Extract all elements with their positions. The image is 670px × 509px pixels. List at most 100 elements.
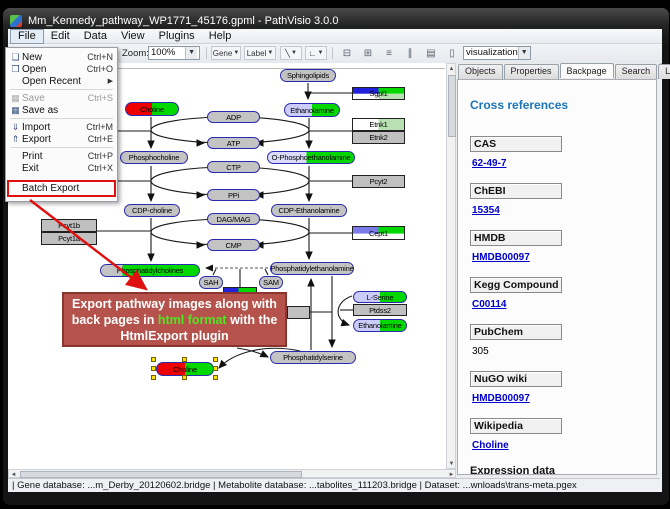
pathway-node-ethanolamine-bottom[interactable]: Ethanolamine (353, 319, 407, 332)
scroll-down-icon[interactable]: ▼ (447, 459, 456, 468)
pathway-node-cdp-choline[interactable]: CDP-choline (124, 204, 180, 217)
selection-handle[interactable] (213, 366, 218, 371)
menu-plugins[interactable]: Plugins (152, 29, 202, 43)
pathway-node-etnk2[interactable]: Etnk2 (352, 131, 405, 144)
scroll-up-icon[interactable]: ▲ (447, 64, 456, 73)
canvas-horizontal-scrollbar[interactable]: ◄ ► (8, 469, 456, 478)
page-setup-icon[interactable]: ▯ (443, 46, 461, 60)
pathway-node-ctp[interactable]: CTP (207, 161, 260, 173)
align-center-y-icon[interactable]: ⊞ (359, 46, 377, 60)
distribute-vertical-icon[interactable]: ≡ (380, 46, 398, 60)
line-tool-button[interactable]: ╲▼ (280, 46, 302, 60)
status-bar: | Gene database: ...m_Derby_20120602.bri… (8, 478, 660, 491)
pathway-node-phosphatidylcholines[interactable]: Phosphatidylcholines (100, 264, 200, 277)
file-menu-item-exit[interactable]: ExitCtrl+X (6, 162, 117, 174)
file-menu-item-import[interactable]: ⇓ImportCtrl+M (6, 121, 117, 133)
pathway-node-choline-top[interactable]: Choline (125, 102, 179, 116)
stack-icon[interactable]: ▤ (422, 46, 440, 60)
tab-search[interactable]: Search (615, 64, 658, 79)
menu-edit[interactable]: Edit (44, 29, 77, 43)
tab-legend[interactable]: Legend (658, 64, 670, 79)
selection-handle[interactable] (213, 357, 218, 362)
selection-handle[interactable] (151, 375, 156, 380)
menu-data[interactable]: Data (77, 29, 114, 43)
toolbar-separator (206, 47, 207, 59)
datanode-tool-button[interactable]: Gene▼ (211, 46, 241, 60)
chevron-down-icon[interactable]: ▼ (185, 47, 197, 59)
connector-icon: ∟ (309, 49, 317, 58)
pathway-node-choline-bottom[interactable]: Choline (156, 362, 214, 376)
pathway-node-dag-mag[interactable]: DAG/MAG (207, 213, 260, 225)
file-menu-item-save-as[interactable]: ▦Save as (6, 104, 117, 116)
open-folder-icon: ❒ (9, 64, 22, 75)
scrollbar-thumb[interactable] (20, 471, 302, 478)
new-file-icon: ❏ (9, 52, 22, 63)
expression-data-heading: Expression data (470, 465, 656, 475)
xref-value-wikipedia[interactable]: Choline (472, 440, 656, 451)
xref-header-hmdb: HMDB (470, 230, 562, 246)
drawing-board-edge (118, 68, 445, 69)
pathway-node-etnk1[interactable]: Etnk1 (352, 118, 405, 131)
xref-value-chebi[interactable]: 15354 (472, 205, 656, 216)
pathway-node-ethanolamine-top[interactable]: Ethanolamine (284, 103, 340, 117)
zoom-combobox[interactable]: 100%▼ (148, 46, 200, 60)
scrollbar-thumb[interactable] (448, 75, 456, 137)
xref-header-nugo-wiki: NuGO wiki (470, 371, 562, 387)
selection-handle[interactable] (182, 375, 187, 380)
menu-file[interactable]: File (10, 29, 44, 44)
pathway-node-phosphatidylserine[interactable]: Phosphatidylserine (270, 351, 356, 364)
pathway-node-hidden-gene-box[interactable] (287, 306, 310, 319)
file-menu-item-open-recent[interactable]: Open Recent▶ (6, 75, 117, 87)
distribute-horizontal-icon[interactable]: ∥ (401, 46, 419, 60)
pathway-node-pcyt1b[interactable]: Pcyt1b (41, 219, 97, 232)
annotation-callout: Export pathway images along with back pa… (62, 292, 287, 347)
pathway-node-pcyt1a[interactable]: Pcyt1a (41, 232, 97, 245)
chevron-down-icon[interactable]: ▼ (518, 47, 530, 59)
selection-handle[interactable] (151, 366, 156, 371)
xref-header-kegg-compound: Kegg Compound (470, 277, 562, 293)
visualization-combobox[interactable]: visualization▼ (463, 46, 531, 60)
menu-view[interactable]: View (114, 29, 152, 43)
tab-backpage[interactable]: Backpage (560, 63, 614, 78)
pathway-node-cmp[interactable]: CMP (207, 239, 260, 251)
pathway-node-phosphatidylethanolamine[interactable]: Phosphatidylethanolamine (270, 262, 354, 275)
pathway-node-ptdss2[interactable]: Ptdss2 (353, 304, 407, 316)
selection-handle[interactable] (213, 375, 218, 380)
file-menu-item-save[interactable]: ▦SaveCtrl+S (6, 92, 117, 104)
file-menu-item-export[interactable]: ⇑ExportCtrl+E (6, 133, 117, 145)
pathway-node-sgpl1[interactable]: Sgpl1 (352, 87, 405, 100)
menu-separator (10, 147, 113, 148)
pathway-node-cept1[interactable]: Cept1 (352, 226, 405, 240)
file-menu-item-batch-export[interactable]: Batch Export (7, 180, 116, 197)
pathway-node-pcyt2[interactable]: Pcyt2 (352, 175, 405, 188)
connector-tool-button[interactable]: ∟▼ (305, 46, 327, 60)
tab-properties[interactable]: Properties (504, 64, 559, 79)
pathway-node-ppi[interactable]: PPi (207, 189, 260, 201)
pathway-node-sam[interactable]: SAM (259, 276, 283, 289)
xref-value-nugo-wiki[interactable]: HMDB00097 (472, 393, 656, 404)
xref-value-cas[interactable]: 62-49-7 (472, 158, 656, 169)
pathway-node-phosphocholine[interactable]: Phosphocholine (120, 151, 188, 164)
align-center-x-icon[interactable]: ⊟ (338, 46, 356, 60)
line-icon: ╲ (285, 49, 290, 58)
pathway-node-atp[interactable]: ATP (207, 137, 260, 149)
pathway-node-l-serine[interactable]: L-Serine (353, 291, 407, 303)
xref-value-hmdb[interactable]: HMDB00097 (472, 252, 656, 263)
canvas-vertical-scrollbar[interactable]: ▲ ▼ (446, 63, 456, 469)
file-menu-item-print[interactable]: PrintCtrl+P (6, 150, 117, 162)
pathway-node-sah[interactable]: SAH (199, 276, 223, 289)
pathway-node-cdp-ethanolamine[interactable]: CDP-Ethanolamine (271, 204, 347, 217)
menu-help[interactable]: Help (202, 29, 239, 43)
selection-handle[interactable] (182, 357, 187, 362)
xref-value-kegg-compound[interactable]: C00114 (472, 299, 656, 310)
pathway-node-o-phosphoethanolamine[interactable]: O-Phosphoethanolamine (267, 151, 355, 164)
pathway-node-sphingolipids[interactable]: Sphingolipids (280, 69, 336, 82)
label-tool-button[interactable]: Label▼ (244, 46, 276, 60)
file-menu-item-new[interactable]: ❏NewCtrl+N (6, 51, 117, 63)
selection-handle[interactable] (151, 357, 156, 362)
file-menu-item-open[interactable]: ❒OpenCtrl+O (6, 63, 117, 75)
tab-objects[interactable]: Objects (458, 64, 503, 79)
pathway-node-adp[interactable]: ADP (207, 111, 260, 123)
title-bar[interactable]: Mm_Kennedy_pathway_WP1771_45176.gpml - P… (10, 12, 338, 30)
cross-references-heading: Cross references (470, 98, 656, 112)
